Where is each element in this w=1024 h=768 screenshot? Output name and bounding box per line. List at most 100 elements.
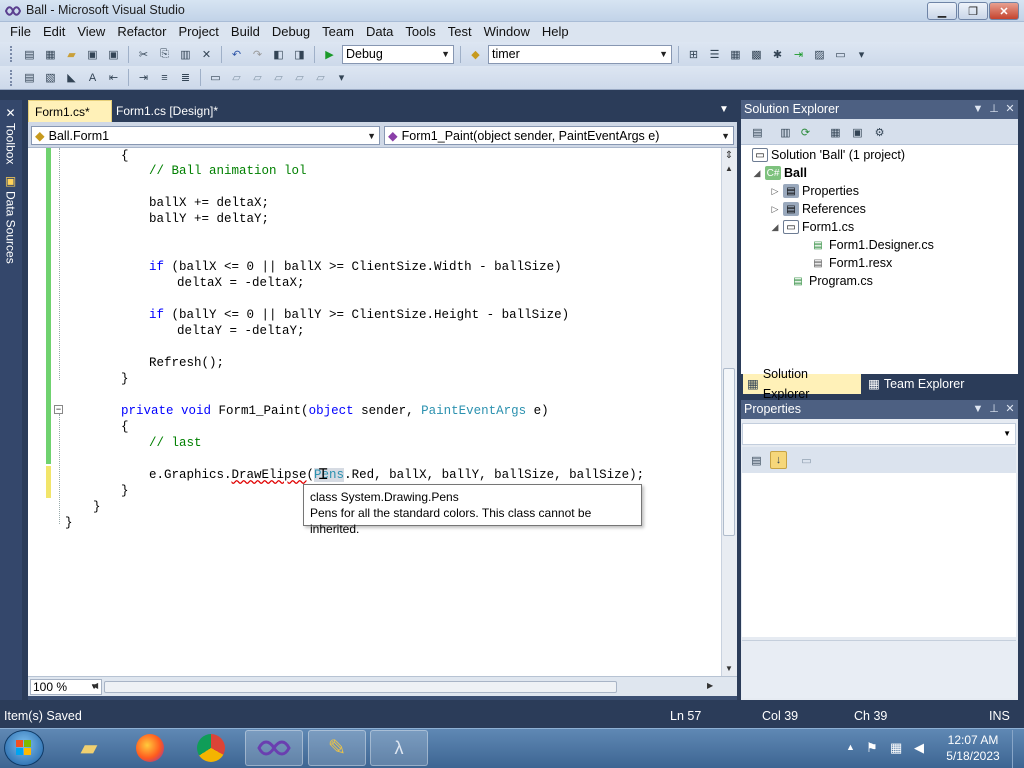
menu-edit[interactable]: Edit bbox=[37, 23, 71, 41]
menu-window[interactable]: Window bbox=[478, 23, 536, 41]
expanded-icon[interactable]: ◢ bbox=[752, 168, 762, 179]
menu-refactor[interactable]: Refactor bbox=[111, 23, 172, 41]
window-position-icon[interactable]: ▼ bbox=[971, 400, 985, 419]
refresh-icon[interactable]: ⟳ bbox=[797, 124, 814, 140]
close-button[interactable]: ✕ bbox=[989, 2, 1019, 20]
panel-close-icon[interactable]: ✕ bbox=[1003, 100, 1017, 119]
display-parameter-info-icon[interactable]: ▧ bbox=[42, 70, 59, 86]
split-icon[interactable]: ⇕ bbox=[723, 150, 735, 162]
menu-tools[interactable]: Tools bbox=[399, 23, 441, 41]
document-dropdown-icon[interactable]: ▼ bbox=[719, 104, 729, 115]
properties-window-icon[interactable]: ☰ bbox=[706, 46, 723, 62]
auto-hide-pin-icon[interactable]: ⊥ bbox=[987, 400, 1001, 419]
menu-file[interactable]: File bbox=[4, 23, 37, 41]
display-object-member-list-icon[interactable]: ▤ bbox=[21, 70, 38, 86]
show-hidden-icons-icon[interactable]: ▲ bbox=[846, 742, 855, 752]
tree-item-references[interactable]: ▷ ▤ References bbox=[770, 200, 866, 218]
menu-test[interactable]: Test bbox=[442, 23, 478, 41]
next-bookmark-folder-icon[interactable]: ▱ bbox=[291, 70, 308, 86]
start-button[interactable] bbox=[4, 730, 44, 766]
scroll-right-icon[interactable]: ▶ bbox=[707, 681, 713, 690]
categorized-icon[interactable]: ▤ bbox=[748, 452, 765, 468]
member-selector[interactable]: ◆ Form1_Paint(object sender, PaintEventAr… bbox=[384, 126, 734, 145]
save-icon[interactable]: ▣ bbox=[84, 46, 101, 62]
taskbar-chrome[interactable] bbox=[182, 730, 240, 766]
object-browser-icon[interactable]: ▦ bbox=[727, 46, 744, 62]
start-page-icon[interactable]: ⇥ bbox=[790, 46, 807, 62]
toolbar-grip[interactable] bbox=[10, 46, 14, 62]
toolbox-tab[interactable]: ✕ Toolbox bbox=[2, 106, 19, 164]
vertical-scroll-thumb[interactable] bbox=[723, 368, 735, 536]
solution-explorer-icon[interactable]: ⊞ bbox=[685, 46, 702, 62]
display-word-completion-icon[interactable]: A bbox=[84, 70, 101, 86]
paste-icon[interactable]: ▥ bbox=[177, 46, 194, 62]
show-desktop-button[interactable] bbox=[1012, 730, 1024, 768]
open-folder-icon[interactable]: ▰ bbox=[63, 46, 80, 62]
panel-close-icon[interactable]: ✕ bbox=[1003, 400, 1017, 419]
alphabetical-icon[interactable]: ↓ bbox=[770, 451, 787, 469]
tree-item-project[interactable]: ◢ C# Ball bbox=[752, 164, 807, 182]
tab-solution-explorer[interactable]: ▦ Solution Explorer bbox=[743, 367, 861, 401]
action-center-icon[interactable]: ⚑ bbox=[866, 740, 878, 756]
navigate-forward-icon[interactable]: ◨ bbox=[291, 46, 308, 62]
display-quick-info-icon[interactable]: ◣ bbox=[63, 70, 80, 86]
command-window-icon[interactable]: ▭ bbox=[832, 46, 849, 62]
network-icon[interactable]: ▦ bbox=[890, 740, 902, 756]
menu-team[interactable]: Team bbox=[316, 23, 360, 41]
extension-manager-icon[interactable]: ▨ bbox=[811, 46, 828, 62]
solution-configuration-select[interactable]: Debug ▼ bbox=[342, 44, 454, 64]
show-all-files-icon[interactable]: ▥ bbox=[777, 124, 794, 140]
collapsed-icon[interactable]: ▷ bbox=[770, 204, 780, 215]
previous-bookmark-folder-icon[interactable]: ▱ bbox=[270, 70, 287, 86]
copy-icon[interactable]: ⎘ bbox=[156, 46, 173, 62]
tree-item-form1-resx[interactable]: ▤ Form1.resx bbox=[810, 254, 892, 272]
menu-build[interactable]: Build bbox=[225, 23, 266, 41]
taskbar-firefox[interactable] bbox=[121, 730, 179, 766]
tree-item-form1[interactable]: ◢ ▭ Form1.cs bbox=[770, 218, 854, 236]
tree-item-form1-designer[interactable]: ▤ Form1.Designer.cs bbox=[810, 236, 934, 254]
toolbox-icon[interactable]: ▩ bbox=[748, 46, 765, 62]
scroll-up-icon[interactable]: ▲ bbox=[723, 164, 735, 174]
collapse-icon[interactable]: − bbox=[54, 405, 63, 414]
add-item-icon[interactable]: ▦ bbox=[42, 46, 59, 62]
expanded-icon[interactable]: ◢ bbox=[770, 222, 780, 233]
data-sources-tab[interactable]: ▣ Data Sources bbox=[2, 174, 19, 264]
property-pages-icon[interactable]: ▭ bbox=[798, 452, 815, 468]
menu-help[interactable]: Help bbox=[536, 23, 575, 41]
menu-data[interactable]: Data bbox=[360, 23, 399, 41]
volume-icon[interactable]: ◀ bbox=[914, 740, 924, 756]
increase-indent-icon[interactable]: ⇥ bbox=[135, 70, 152, 86]
tree-item-solution[interactable]: ▭ Solution 'Ball' (1 project) bbox=[752, 146, 905, 164]
toolbar-grip[interactable] bbox=[10, 69, 14, 86]
auto-hide-pin-icon[interactable]: ⊥ bbox=[987, 100, 1001, 119]
tree-item-properties[interactable]: ▷ ▤ Properties bbox=[770, 182, 859, 200]
chevron-down-icon[interactable]: ▾ bbox=[853, 46, 870, 62]
navigate-backward-icon[interactable]: ◧ bbox=[270, 46, 287, 62]
tree-item-program[interactable]: ▤ Program.cs bbox=[790, 272, 873, 290]
cut-icon[interactable]: ✂ bbox=[135, 46, 152, 62]
decrease-indent-icon[interactable]: ⇤ bbox=[105, 70, 122, 86]
minimize-button[interactable]: ▁ bbox=[927, 2, 957, 20]
view-designer-icon[interactable]: ▣ bbox=[849, 124, 866, 140]
menu-debug[interactable]: Debug bbox=[266, 23, 316, 41]
taskbar-app[interactable]: λ bbox=[370, 730, 428, 766]
tab-form1-design[interactable]: Form1.cs [Design]* bbox=[110, 100, 240, 122]
restore-button[interactable]: ❐ bbox=[958, 2, 988, 20]
clear-bookmarks-icon[interactable]: ▱ bbox=[312, 70, 329, 86]
menu-view[interactable]: View bbox=[71, 23, 111, 41]
next-bookmark-icon[interactable]: ▱ bbox=[249, 70, 266, 86]
collapsed-icon[interactable]: ▷ bbox=[770, 186, 780, 197]
save-all-icon[interactable]: ▣ bbox=[105, 46, 122, 62]
horizontal-scroll-thumb[interactable] bbox=[104, 681, 617, 693]
start-debugging-icon[interactable]: ▶ bbox=[321, 46, 338, 62]
find-combo[interactable]: timer ▼ bbox=[488, 44, 672, 64]
chevron-down-icon[interactable]: ▾ bbox=[333, 70, 350, 86]
taskbar-visual-studio[interactable] bbox=[245, 730, 303, 766]
new-project-icon[interactable]: ▤ bbox=[21, 46, 38, 62]
class-selector[interactable]: ◆ Ball.Form1 ▼ bbox=[31, 126, 380, 145]
previous-bookmark-icon[interactable]: ▱ bbox=[228, 70, 245, 86]
system-clock[interactable]: 12:07 AM 5/18/2023 bbox=[944, 732, 1002, 764]
taskbar-paint[interactable]: ✎ bbox=[308, 730, 366, 766]
view-class-diagram-icon[interactable]: ⚙ bbox=[871, 124, 888, 140]
scroll-left-icon[interactable]: ◀ bbox=[92, 681, 98, 690]
